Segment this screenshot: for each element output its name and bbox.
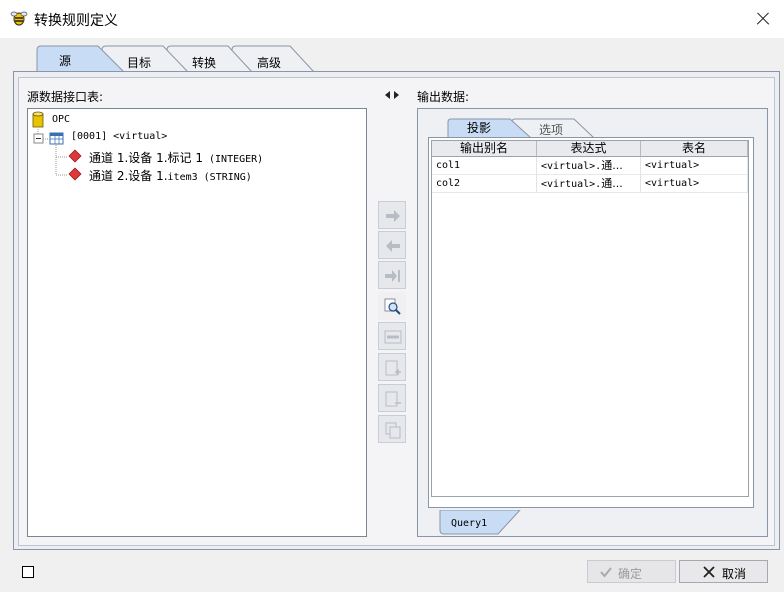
status-checkbox[interactable] bbox=[22, 566, 34, 578]
check-icon bbox=[600, 567, 612, 578]
sql-icon bbox=[384, 330, 402, 344]
cell-alias[interactable]: col1 bbox=[432, 157, 537, 175]
edit-add-button[interactable] bbox=[378, 353, 406, 381]
output-panel: 投影 选项 输出别名 表达式 表名 col1 <virtual>.通... <v… bbox=[417, 108, 768, 537]
main-tab-strip bbox=[36, 45, 316, 73]
cell-expression-suffix: 通... bbox=[601, 159, 623, 172]
cell-alias[interactable]: col2 bbox=[432, 175, 537, 193]
window-title: 转换规则定义 bbox=[34, 13, 118, 29]
copy-button[interactable] bbox=[378, 415, 406, 443]
remove-field-button[interactable] bbox=[378, 231, 406, 259]
source-table-label: 源数据接口表: bbox=[27, 90, 104, 104]
tab-query1[interactable]: Query1 bbox=[451, 518, 487, 529]
cell-table[interactable]: <virtual> bbox=[641, 175, 748, 193]
close-button[interactable] bbox=[746, 2, 780, 34]
arrow-to-end-icon bbox=[385, 270, 400, 282]
edit-remove-icon bbox=[385, 391, 401, 407]
tab-target[interactable]: 目标 bbox=[127, 54, 151, 71]
tree-table-label[interactable]: [0001] <virtual> bbox=[71, 131, 167, 142]
sql-button[interactable] bbox=[378, 322, 406, 350]
cell-expression[interactable]: <virtual>.通... bbox=[537, 157, 641, 175]
arrow-right-icon bbox=[386, 210, 400, 222]
database-icon bbox=[32, 111, 44, 128]
arrow-left-icon bbox=[386, 240, 400, 252]
column-header-expression[interactable]: 表达式 bbox=[537, 141, 641, 157]
projection-grid[interactable]: 输出别名 表达式 表名 col1 <virtual>.通... <virtual… bbox=[431, 140, 749, 497]
splitter-arrows-icon[interactable] bbox=[384, 90, 400, 100]
cell-expression-prefix: <virtual>. bbox=[541, 161, 602, 172]
column-header-alias[interactable]: 输出别名 bbox=[432, 141, 537, 157]
tab-projection[interactable]: 投影 bbox=[467, 119, 491, 136]
tree-item-name: 通道 2.设备 1. bbox=[89, 169, 168, 183]
preview-button[interactable] bbox=[378, 292, 406, 320]
cell-expression-prefix: <virtual>. bbox=[541, 179, 602, 190]
tree-item[interactable]: 通道 1.设备 1.标记 1 (INTEGER) bbox=[89, 149, 263, 166]
cell-expression[interactable]: <virtual>.通... bbox=[537, 175, 641, 193]
field-icon bbox=[68, 167, 82, 181]
source-tree[interactable]: OPC [0001] <virtual> 通道 1.设备 1.标记 1 (INT… bbox=[27, 108, 367, 537]
add-all-button[interactable] bbox=[378, 261, 406, 289]
copy-icon bbox=[385, 422, 401, 439]
edit-remove-button[interactable] bbox=[378, 384, 406, 412]
cell-table[interactable]: <virtual> bbox=[641, 157, 748, 175]
cell-expression-suffix: 通... bbox=[601, 177, 623, 190]
cancel-button-label: 取消 bbox=[722, 567, 747, 581]
cancel-button[interactable]: 取消 bbox=[679, 560, 768, 583]
tab-options[interactable]: 选项 bbox=[539, 121, 563, 138]
column-header-table[interactable]: 表名 bbox=[641, 141, 748, 157]
ok-button[interactable]: 确定 bbox=[587, 560, 676, 583]
title-bar: 转换规则定义 bbox=[0, 0, 784, 38]
tree-item[interactable]: 通道 2.设备 1.item3 (STRING) bbox=[89, 167, 252, 184]
field-icon bbox=[68, 149, 82, 163]
tab-advanced[interactable]: 高级 bbox=[257, 54, 281, 71]
output-data-label: 输出数据: bbox=[417, 90, 470, 104]
tree-item-type: (INTEGER) bbox=[202, 154, 264, 165]
ok-button-label: 确定 bbox=[618, 567, 643, 581]
table-icon bbox=[49, 132, 64, 145]
add-field-button[interactable] bbox=[378, 201, 406, 229]
tab-source[interactable]: 源 bbox=[59, 52, 71, 69]
edit-add-icon bbox=[385, 360, 401, 376]
projection-panel: 输出别名 表达式 表名 col1 <virtual>.通... <virtual… bbox=[428, 137, 754, 508]
magnifier-icon bbox=[384, 298, 401, 315]
tree-item-name: 通道 1.设备 1.标记 1 bbox=[89, 151, 203, 165]
tab-transform[interactable]: 转换 bbox=[192, 54, 216, 71]
bee-app-icon bbox=[10, 11, 28, 26]
tree-root-label[interactable]: OPC bbox=[52, 114, 70, 125]
tree-item-type: item3 (STRING) bbox=[167, 172, 252, 183]
x-icon bbox=[703, 566, 715, 578]
